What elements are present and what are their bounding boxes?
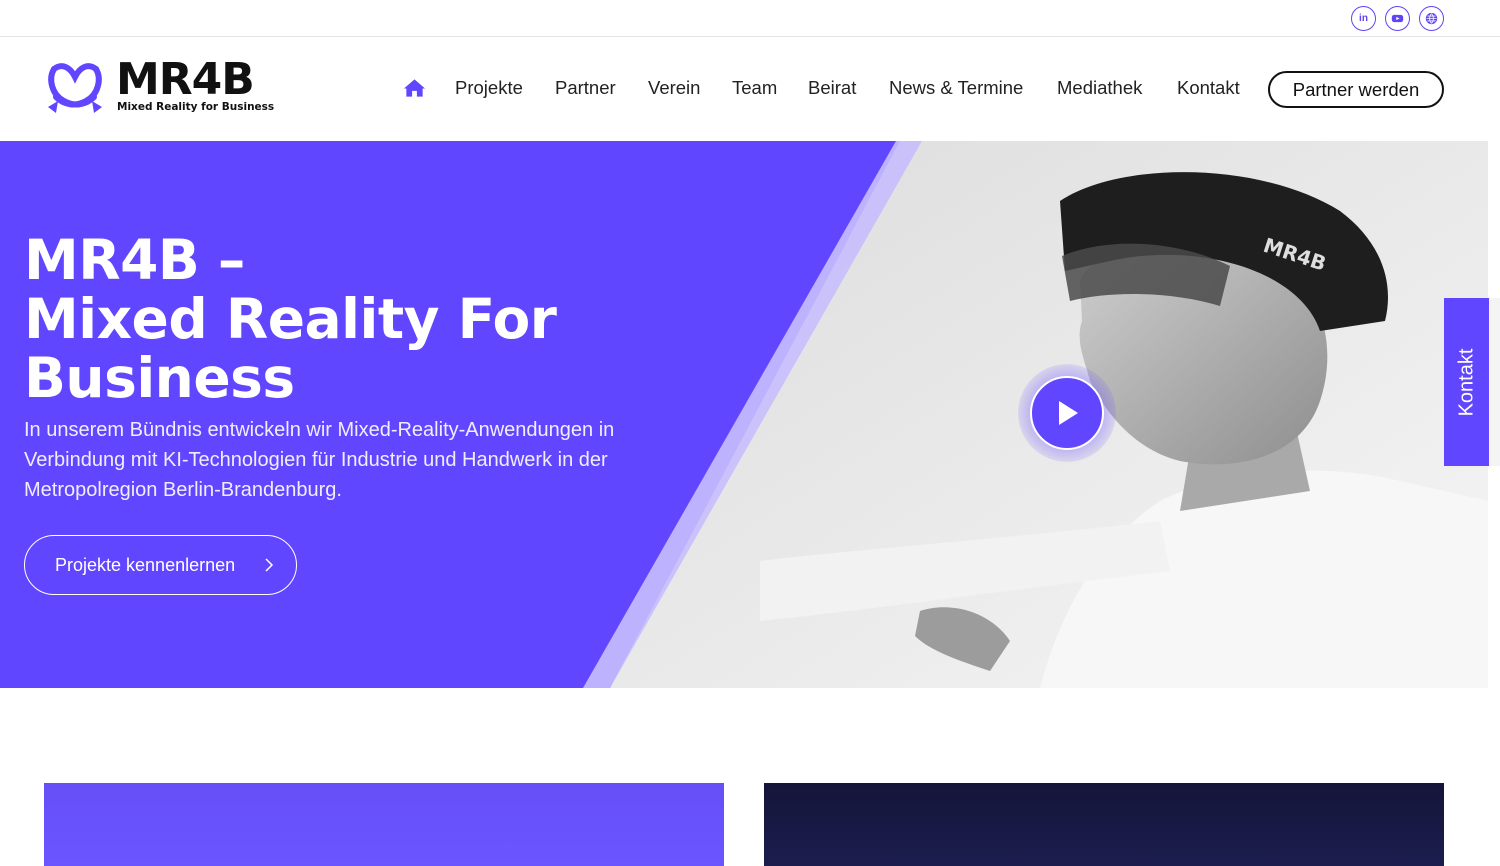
linkedin-label: in: [1359, 13, 1368, 24]
linkedin-icon[interactable]: in: [1351, 6, 1376, 31]
home-icon[interactable]: [403, 78, 426, 98]
site-header: MR4B Mixed Reality for Business Projekte…: [0, 37, 1500, 141]
youtube-icon[interactable]: [1385, 6, 1410, 31]
nav-item-partner[interactable]: Partner: [555, 77, 616, 99]
nav-item-kontakt[interactable]: Kontakt: [1177, 77, 1240, 99]
hero-title-line-1: MR4B –: [24, 228, 245, 292]
chevron-right-icon: [265, 558, 274, 572]
nav-item-news-termine[interactable]: News & Termine: [889, 77, 1023, 99]
top-bar: in: [0, 0, 1500, 37]
hero-description: In unserem Bündnis entwickeln wir Mixed-…: [24, 419, 615, 501]
feature-card-purple[interactable]: [44, 783, 724, 866]
hero-title-line-3: Business: [24, 346, 295, 410]
nav-item-mediathek[interactable]: Mediathek: [1057, 77, 1142, 99]
hero-title: MR4B – Mixed Reality For Business: [24, 228, 557, 410]
nav-item-beirat[interactable]: Beirat: [808, 77, 856, 99]
nav-item-projekte[interactable]: Projekte: [455, 77, 523, 99]
scrollbar-track: [1489, 298, 1500, 466]
nav-item-team[interactable]: Team: [732, 77, 777, 99]
hero-section: MR4B MR4B – Mixed Reality For Business I…: [0, 141, 1488, 688]
side-contact-label: Kontakt: [1455, 348, 1478, 416]
globe-icon[interactable]: [1419, 6, 1444, 31]
partner-werden-button[interactable]: Partner werden: [1268, 71, 1444, 108]
play-video-button[interactable]: [1018, 364, 1116, 462]
hero-title-line-2: Mixed Reality For: [24, 287, 557, 351]
feature-card-dark[interactable]: [764, 783, 1444, 866]
side-contact-tab[interactable]: Kontakt: [1444, 298, 1489, 466]
nav-item-verein[interactable]: Verein: [648, 77, 700, 99]
main-navigation: Projekte Partner Verein Team Beirat News…: [0, 37, 1500, 141]
hero-button-label: Projekte kennenlernen: [55, 554, 236, 575]
projekte-kennenlernen-button[interactable]: Projekte kennenlernen: [24, 535, 297, 595]
play-icon: [1030, 376, 1104, 450]
